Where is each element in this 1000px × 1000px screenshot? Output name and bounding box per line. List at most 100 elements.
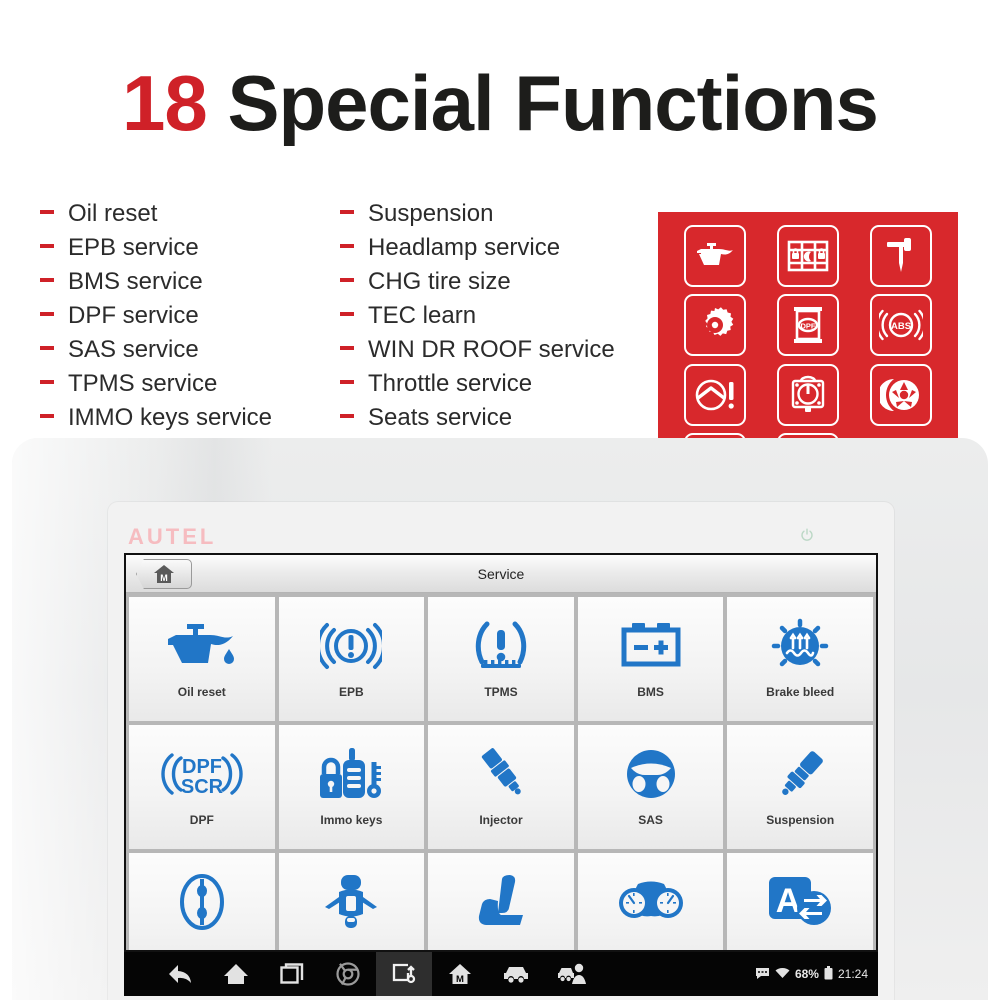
odometer-icon xyxy=(616,869,686,935)
list-item: DPF service xyxy=(40,302,340,336)
dash-bullet-icon xyxy=(40,278,54,282)
screenshot-icon[interactable] xyxy=(376,952,432,996)
tile-headlamp[interactable] xyxy=(278,853,425,950)
oil-can-icon xyxy=(165,613,239,679)
feature-label: Headlamp service xyxy=(368,234,561,261)
tile-label: TPMS xyxy=(484,685,518,699)
tile-oil-reset[interactable]: Oil reset xyxy=(129,597,275,721)
svg-text:ABS: ABS xyxy=(891,321,911,332)
home-m-button[interactable]: M xyxy=(136,559,192,589)
battery-percent: 68% xyxy=(794,967,819,981)
abs-icon: ABS xyxy=(857,294,944,358)
tile-label: EPB xyxy=(339,685,364,699)
back-icon[interactable] xyxy=(152,952,208,996)
tpms-icon xyxy=(473,613,529,679)
tile-throttle[interactable] xyxy=(129,853,275,950)
service-tile-grid: Oil reset EPB TPMS BMS Brake bleed DPF S… xyxy=(126,593,876,950)
svg-text:M: M xyxy=(160,573,168,583)
feature-label: Oil reset xyxy=(68,200,158,227)
tile-suspension[interactable]: Suspension xyxy=(727,725,873,849)
feature-label: TPMS service xyxy=(68,370,218,397)
headlamp-car-icon xyxy=(321,869,381,935)
feature-label: SAS service xyxy=(68,336,199,363)
wheel-alignment-icon xyxy=(857,363,944,427)
list-item: Oil reset xyxy=(40,200,340,234)
svg-text:A: A xyxy=(776,882,801,920)
list-item: CHG tire size xyxy=(340,268,660,302)
support-icon[interactable] xyxy=(544,952,600,996)
battery-status-icon xyxy=(824,965,833,983)
page-title-count: 18 xyxy=(122,59,208,147)
tile-epb[interactable]: EPB xyxy=(278,597,425,721)
gear-icon xyxy=(672,294,759,358)
feature-label: Seats service xyxy=(368,404,513,431)
dash-bullet-icon xyxy=(340,414,354,418)
lang-change-icon: A xyxy=(767,869,833,935)
svg-text:DPF: DPF xyxy=(182,756,222,778)
page-title-text: Special Functions xyxy=(206,59,878,147)
clock: 21:24 xyxy=(837,967,868,981)
dash-bullet-icon xyxy=(340,278,354,282)
throttle-icon xyxy=(174,869,230,935)
tile-label: DPF xyxy=(189,813,214,827)
feature-label: BMS service xyxy=(68,268,203,295)
steering-wheel-icon xyxy=(622,741,680,807)
page-title: 18 Special Functions xyxy=(0,58,1000,149)
autel-logo: AUTEL xyxy=(128,524,217,549)
tile-seats[interactable] xyxy=(428,853,574,950)
feature-label: DPF service xyxy=(68,302,199,329)
list-item: Suspension xyxy=(340,200,660,234)
tile-tpms[interactable]: TPMS xyxy=(428,597,574,721)
vehicle-icon[interactable] xyxy=(488,952,544,996)
feature-label: CHG tire size xyxy=(368,268,511,295)
dash-bullet-icon xyxy=(340,312,354,316)
tile-odometer[interactable] xyxy=(577,853,724,950)
chrome-icon[interactable] xyxy=(320,952,376,996)
throttle-body-icon xyxy=(765,363,852,427)
tile-label: Immo keys xyxy=(320,813,383,827)
list-item: EPB service xyxy=(40,234,340,268)
android-navbar: M 68% 21:24 xyxy=(124,952,878,996)
message-icon xyxy=(755,967,770,982)
list-item: WIN DR ROOF service xyxy=(340,336,660,370)
tile-label: Injector xyxy=(479,813,523,827)
list-item: TEC learn xyxy=(340,302,660,336)
power-icon[interactable] xyxy=(800,528,814,547)
feature-label: EPB service xyxy=(68,234,199,261)
tile-immo-keys[interactable]: Immo keys xyxy=(278,725,425,849)
dash-bullet-icon xyxy=(40,346,54,350)
injector-icon xyxy=(469,741,533,807)
list-item: Headlamp service xyxy=(340,234,660,268)
dash-bullet-icon xyxy=(340,346,354,350)
screen-title: Service xyxy=(477,565,525,582)
wifi-icon xyxy=(775,967,790,982)
feature-label: TEC learn xyxy=(368,302,477,329)
brake-bleed-icon xyxy=(769,613,831,679)
tile-lang-change[interactable]: A xyxy=(727,853,873,950)
svg-text:SCR: SCR xyxy=(181,776,224,798)
tile-dpf[interactable]: DPF SCR DPF xyxy=(129,725,275,849)
tile-label: Suspension xyxy=(766,813,835,827)
recents-icon[interactable] xyxy=(264,952,320,996)
feature-label: Throttle service xyxy=(368,370,533,397)
seat-icon xyxy=(472,869,530,935)
window-lock-icon xyxy=(765,224,852,288)
dash-bullet-icon xyxy=(340,210,354,214)
dash-bullet-icon xyxy=(40,210,54,214)
immo-keys-icon xyxy=(318,741,384,807)
tablet-screen: M Service Oil reset EPB TPMS BMS Brake b… xyxy=(124,553,878,952)
dpf-canister-icon: DPF xyxy=(765,294,852,358)
tile-injector[interactable]: Injector xyxy=(428,725,574,849)
tile-brake-bleed[interactable]: Brake bleed xyxy=(727,597,873,721)
suspension-icon xyxy=(768,741,832,807)
feature-label: WIN DR ROOF service xyxy=(368,336,615,363)
tile-label: Brake bleed xyxy=(766,685,835,699)
tile-label: Oil reset xyxy=(177,685,226,699)
home-icon[interactable] xyxy=(208,952,264,996)
tile-sas[interactable]: SAS xyxy=(577,725,724,849)
tile-bms[interactable]: BMS xyxy=(577,597,724,721)
dpf-scr-icon: DPF SCR xyxy=(159,741,245,807)
feature-label: Suspension xyxy=(368,200,494,227)
headlamp-aim-icon xyxy=(857,224,944,288)
autel-m-icon[interactable]: M xyxy=(432,952,488,996)
